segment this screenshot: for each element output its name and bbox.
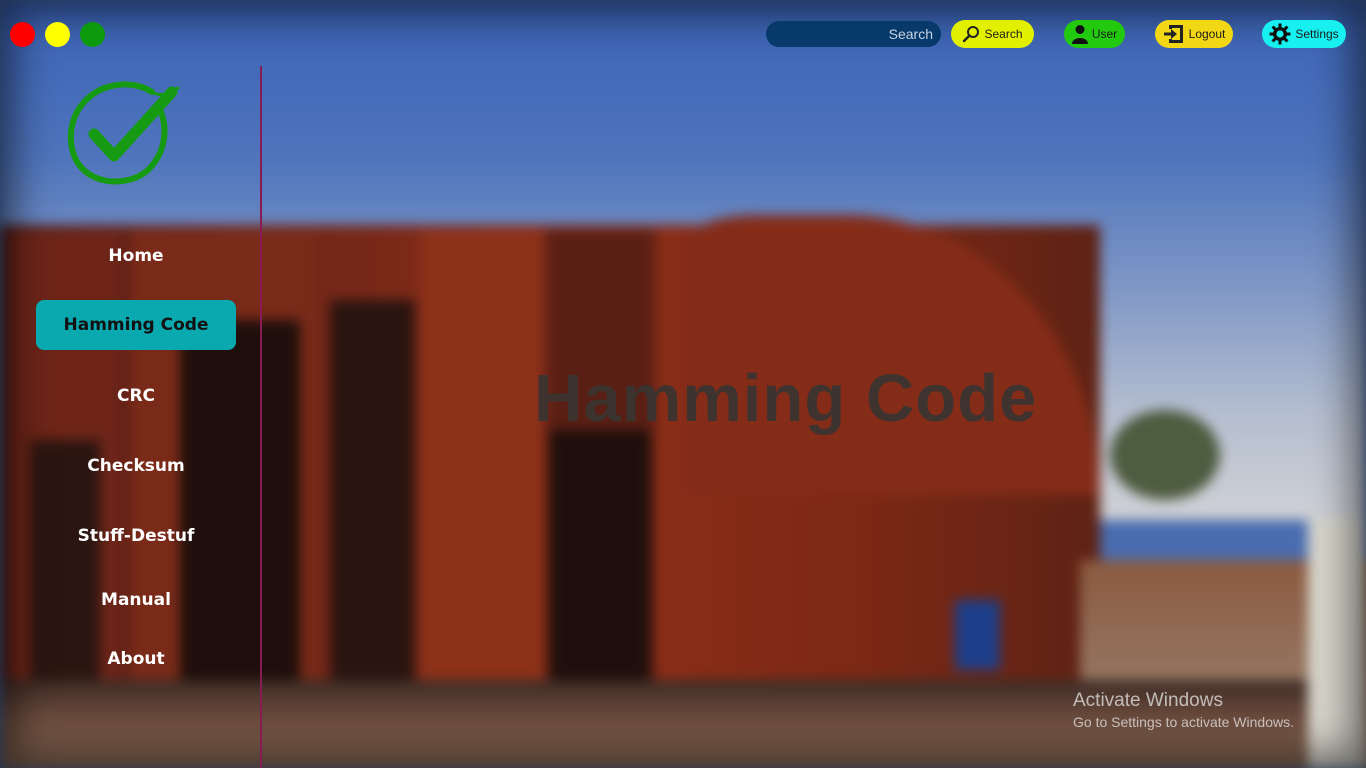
sidebar-item-home[interactable]: Home [36, 231, 236, 281]
sidebar-item-stuff-destuf[interactable]: Stuff-Destuf [36, 511, 236, 561]
person-icon [1071, 24, 1088, 44]
activate-windows-watermark: Activate Windows Go to Settings to activ… [1073, 690, 1294, 730]
sidebar-divider [260, 66, 262, 768]
page-title: Hamming Code [534, 361, 1038, 436]
user-button-label: User [1091, 27, 1118, 41]
checkmark-logo-icon [64, 78, 180, 190]
close-window-button[interactable] [10, 22, 35, 47]
logout-button[interactable]: Logout [1155, 20, 1233, 48]
logout-arrow-icon [1163, 24, 1185, 44]
sidebar-item-crc[interactable]: CRC [36, 371, 236, 421]
activate-windows-subtitle: Go to Settings to activate Windows. [1073, 714, 1294, 730]
gear-icon [1269, 23, 1291, 45]
search-button-label: Search [984, 27, 1023, 41]
sidebar-item-checksum[interactable]: Checksum [36, 441, 236, 491]
sidebar-item-manual[interactable]: Manual [36, 575, 236, 625]
logout-button-label: Logout [1188, 27, 1226, 41]
app-window: Search User Logout [0, 0, 1366, 768]
maximize-window-button[interactable] [80, 22, 105, 47]
settings-button-label: Settings [1295, 27, 1339, 41]
magnifier-icon [962, 25, 980, 43]
user-button[interactable]: User [1064, 20, 1125, 48]
settings-button[interactable]: Settings [1262, 20, 1346, 48]
sidebar-item-hamming-code[interactable]: Hamming Code [36, 300, 236, 350]
minimize-window-button[interactable] [45, 22, 70, 47]
sidebar-item-about[interactable]: About [36, 634, 236, 684]
search-input[interactable] [766, 21, 941, 47]
search-button[interactable]: Search [951, 20, 1034, 48]
activate-windows-title: Activate Windows [1073, 690, 1223, 711]
